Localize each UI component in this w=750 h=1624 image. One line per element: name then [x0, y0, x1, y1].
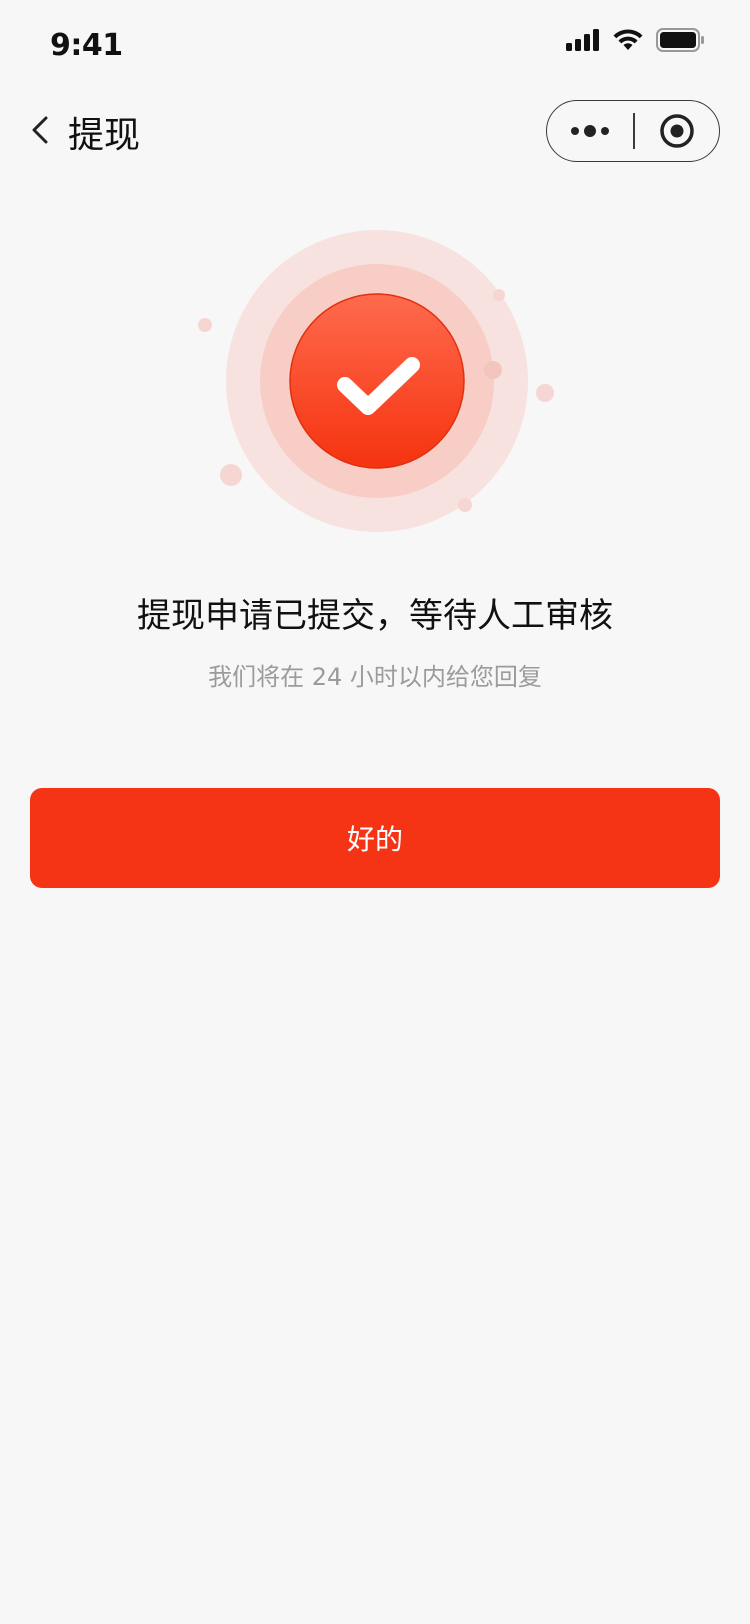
target-circle-icon — [660, 114, 694, 148]
result-subtitle: 我们将在 24 小时以内给您回复 — [208, 663, 542, 691]
wifi-icon — [613, 29, 643, 50]
more-dots-icon — [571, 125, 609, 137]
status-time: 9:41 — [50, 28, 123, 63]
result-title: 提现申请已提交，等待人工审核 — [137, 596, 613, 636]
status-icons — [566, 28, 704, 52]
check-circle-icon — [198, 230, 554, 532]
mini-program-capsule — [546, 100, 720, 162]
page-title: 提现 — [68, 115, 141, 156]
nav-bar: 提现 — [0, 90, 750, 174]
signal-icon — [566, 29, 599, 51]
chevron-left-icon[interactable] — [26, 110, 56, 150]
close-button[interactable] — [635, 101, 720, 161]
more-button[interactable] — [547, 101, 633, 161]
battery-icon — [656, 28, 704, 52]
ok-button[interactable]: 好的 — [30, 788, 720, 888]
status-bar: 9:41 — [0, 0, 750, 88]
